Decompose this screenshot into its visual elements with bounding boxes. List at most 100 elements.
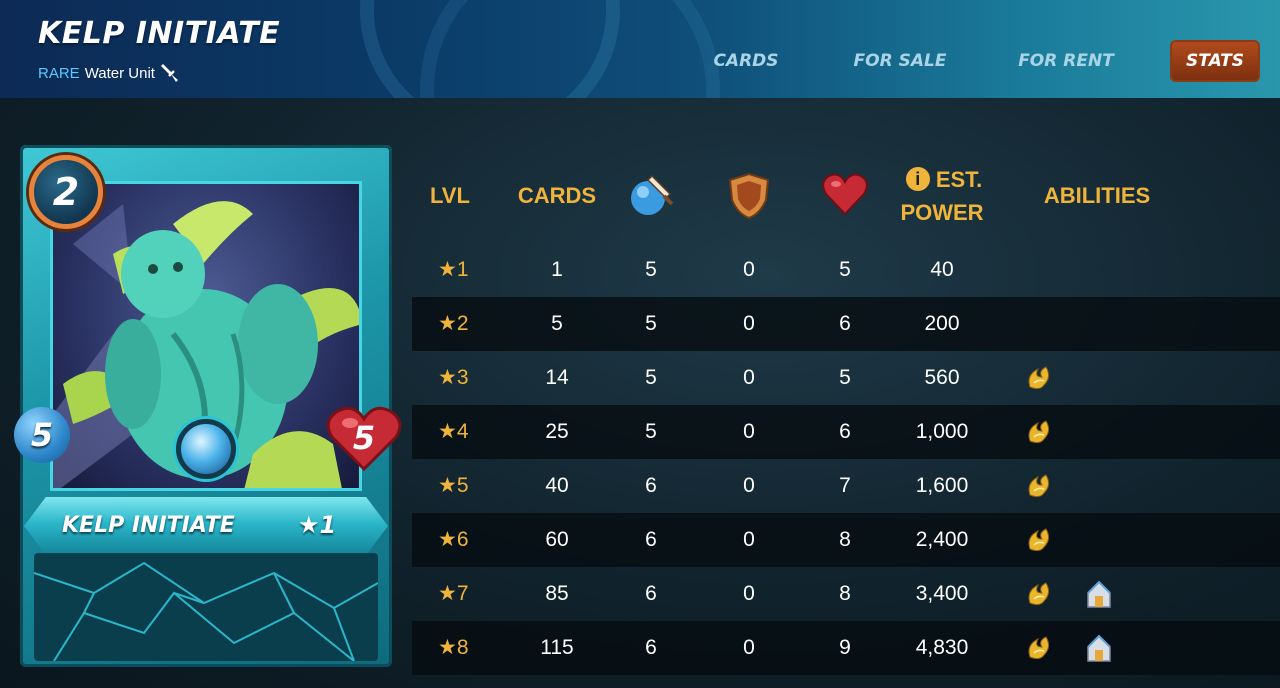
power-cell: 1,000	[915, 420, 969, 443]
cards-cell: 5	[551, 312, 563, 335]
mana-cost-badge: 2	[29, 155, 103, 229]
ability-shelter-icon[interactable]	[1084, 579, 1114, 609]
armor-cell: 0	[743, 420, 755, 443]
health-cell: 9	[839, 636, 851, 659]
armor-shield-icon	[728, 172, 770, 220]
ability-swiftness-icon[interactable]	[1024, 525, 1054, 555]
attack-cell: 6	[645, 636, 657, 659]
column-header-abilities: ABILITIES	[1043, 183, 1151, 208]
ability-swiftness-icon[interactable]	[1024, 579, 1054, 609]
attack-cell: 5	[645, 420, 657, 443]
ability-swiftness-icon[interactable]	[1024, 417, 1054, 447]
star-icon: ★	[438, 528, 457, 551]
armor-cell: 0	[743, 258, 755, 281]
level-value: 3	[456, 366, 469, 389]
star-icon: ★	[438, 420, 457, 443]
armor-cell: 0	[743, 312, 755, 335]
star-icon: ★	[438, 582, 457, 605]
power-cell: 4,830	[915, 636, 969, 659]
rarity-label: RARE	[38, 64, 80, 82]
card-name: KELP INITIATE	[62, 513, 235, 538]
cards-cell: 115	[540, 636, 574, 659]
card-subtitle: RARE Water Unit	[38, 62, 182, 84]
column-header-est-label: EST.	[935, 167, 983, 192]
health-cell: 8	[839, 582, 851, 605]
star-icon: ★	[438, 636, 457, 659]
melee-attack-icon	[160, 64, 178, 82]
level-value: 7	[456, 582, 469, 605]
ability-swiftness-icon[interactable]	[1024, 471, 1054, 501]
health-value: 5	[352, 419, 376, 457]
armor-cell: 0	[743, 582, 755, 605]
star-icon: ★	[438, 312, 457, 335]
page-header: KELP INITIATE RARE Water Unit CARDS FOR …	[0, 0, 1280, 98]
armor-cell: 0	[743, 366, 755, 389]
health-cell: 6	[839, 420, 851, 443]
armor-cell: 0	[743, 636, 755, 659]
header-swirl-decoration	[420, 0, 720, 98]
attack-cell: 6	[645, 582, 657, 605]
armor-cell: 0	[743, 474, 755, 497]
power-cell: 560	[924, 366, 960, 389]
health-cell: 7	[839, 474, 851, 497]
unit-type-label: Water Unit	[84, 64, 155, 82]
tab-cards[interactable]: CARDS	[700, 40, 792, 82]
cracked-pattern-decoration	[34, 561, 378, 661]
power-cell: 3,400	[915, 582, 969, 605]
level-cell: ★1	[438, 243, 498, 297]
card-level: ★1	[298, 511, 337, 539]
level-cell: ★5	[438, 459, 498, 513]
attack-cell: 5	[645, 366, 657, 389]
star-icon: ★	[438, 258, 457, 281]
level-value: 6	[456, 528, 469, 551]
level-cell: ★6	[438, 513, 498, 567]
cards-cell: 85	[545, 582, 569, 605]
star-icon: ★	[438, 366, 457, 389]
attack-stat-badge: 5	[14, 407, 70, 463]
tab-for-rent[interactable]: FOR RENT	[1008, 40, 1124, 82]
table-row: ★7 85 6 0 8 3,400	[412, 567, 1280, 621]
card-ability-panel	[34, 553, 378, 661]
health-stat-badge: 5	[326, 403, 402, 473]
attack-cell: 5	[645, 258, 657, 281]
attack-cell: 6	[645, 528, 657, 551]
level-value: 2	[456, 312, 469, 335]
health-cell: 6	[839, 312, 851, 335]
table-row: ★3 14 5 0 5 560	[412, 351, 1280, 405]
health-cell: 8	[839, 528, 851, 551]
column-header-est: i EST.	[884, 166, 1004, 194]
level-cell: ★7	[438, 567, 498, 621]
column-header-power: POWER	[900, 200, 984, 225]
table-row: ★5 40 6 0 7 1,600	[412, 459, 1280, 513]
ability-swiftness-icon[interactable]	[1024, 363, 1054, 393]
card-preview: KELP INITIATE ★1 2 5 5	[14, 145, 402, 667]
cards-cell: 40	[545, 474, 569, 497]
power-cell: 40	[930, 258, 954, 281]
power-cell: 200	[924, 312, 960, 335]
cards-cell: 25	[545, 420, 569, 443]
water-element-icon	[176, 419, 236, 479]
info-icon[interactable]: i	[905, 167, 930, 191]
level-value: 5	[456, 474, 469, 497]
armor-cell: 0	[743, 528, 755, 551]
ability-swiftness-icon[interactable]	[1024, 633, 1054, 663]
table-row: ★1 1 5 0 5 40	[412, 243, 1280, 297]
ability-shelter-icon[interactable]	[1084, 633, 1114, 663]
tab-stats[interactable]: STATS	[1170, 40, 1260, 82]
power-cell: 1,600	[915, 474, 969, 497]
level-cell: ★2	[438, 297, 498, 351]
level-value: 1	[456, 258, 469, 281]
column-header-cards: CARDS	[517, 183, 597, 208]
table-row: ★2 5 5 0 6 200	[412, 297, 1280, 351]
level-cell: ★8	[438, 621, 498, 675]
table-row: ★4 25 5 0 6 1,000	[412, 405, 1280, 459]
attack-cell: 6	[645, 474, 657, 497]
table-row: ★8 115 6 0 9 4,830	[412, 621, 1280, 675]
health-cell: 5	[839, 258, 851, 281]
cards-cell: 1	[551, 258, 563, 281]
table-row: ★6 60 6 0 8 2,400	[412, 513, 1280, 567]
page-title: KELP INITIATE	[38, 16, 281, 51]
level-cell: ★3	[438, 351, 498, 405]
level-cell: ★4	[438, 405, 498, 459]
tab-for-sale[interactable]: FOR SALE	[842, 40, 958, 82]
